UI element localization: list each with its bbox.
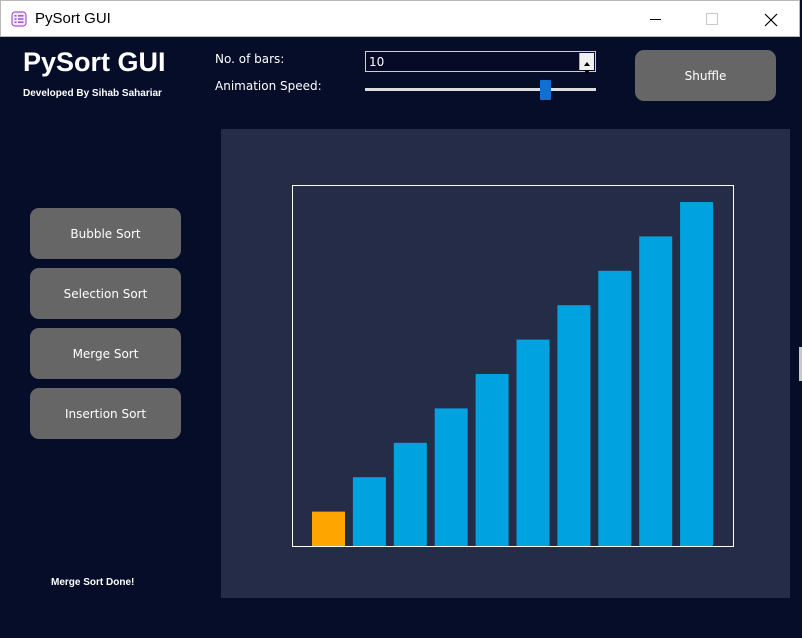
close-icon	[764, 13, 778, 27]
minimize-icon	[650, 19, 661, 20]
maximize-icon	[706, 13, 718, 25]
developer-credit: Developed By Sihab Sahariar	[23, 88, 162, 99]
speed-label: Animation Speed:	[215, 79, 322, 93]
bar-1	[312, 511, 345, 546]
bar-8	[598, 270, 632, 546]
spin-down-button[interactable]	[580, 61, 594, 74]
bar-4	[434, 408, 468, 546]
minimize-button[interactable]	[633, 1, 679, 37]
bars-count-value[interactable]: 10	[369, 55, 384, 69]
bubble-sort-button[interactable]: Bubble Sort	[30, 208, 181, 259]
spinbox-arrows	[579, 53, 594, 74]
status-message: Merge Sort Done!	[51, 577, 135, 588]
bar-2	[352, 477, 386, 546]
insertion-sort-button[interactable]: Insertion Sort	[30, 388, 181, 439]
close-button[interactable]	[747, 1, 793, 37]
window-title: PySort GUI	[35, 10, 111, 27]
slider-track[interactable]	[365, 88, 596, 91]
selection-sort-button[interactable]: Selection Sort	[30, 268, 181, 319]
shuffle-button[interactable]: Shuffle	[635, 50, 776, 101]
bar-9	[639, 236, 673, 546]
bar-chart	[312, 202, 714, 546]
slider-thumb[interactable]	[540, 80, 552, 100]
chart-frame	[292, 185, 734, 547]
bar-7	[557, 305, 591, 546]
title-bar: PySort GUI	[0, 0, 800, 37]
merge-sort-button[interactable]: Merge Sort	[30, 328, 181, 379]
bars-count-label: No. of bars:	[215, 52, 285, 66]
bar-5	[475, 374, 509, 546]
bars-count-spinbox[interactable]: 10	[365, 51, 596, 74]
arrow-down-icon	[584, 70, 590, 74]
bar-3	[393, 442, 427, 546]
maximize-button[interactable]	[689, 1, 735, 37]
spin-up-button[interactable]	[580, 53, 594, 66]
bar-10	[680, 202, 714, 546]
visualization-panel	[221, 129, 790, 598]
app-title: PySort GUI	[23, 47, 166, 77]
app-icon	[11, 11, 27, 27]
bar-6	[516, 339, 550, 546]
animation-speed-slider[interactable]	[365, 80, 596, 100]
